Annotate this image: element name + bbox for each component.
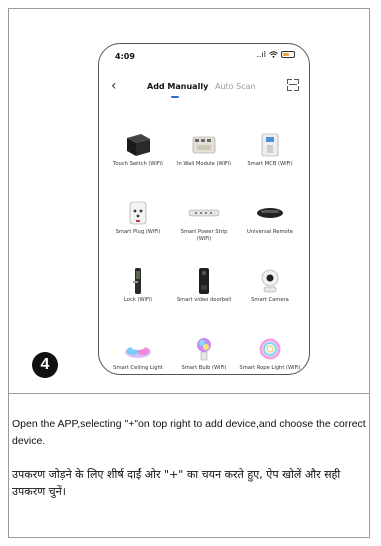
device-label: Universal Remote [247,229,293,235]
back-chevron-icon[interactable]: ‹ [111,78,117,94]
rope-light-icon [253,336,287,362]
in-wall-module-icon [187,132,221,158]
instruction-hindi: उपकरण जोड़ने के लिए शीर्ष दाईं ओर "+" का… [12,468,341,498]
device-smart-plug[interactable]: Smart Plug (WiFi) [105,200,171,254]
smart-plug-icon [121,200,155,226]
smart-mcb-icon [253,132,287,158]
step-number-badge: 4 [32,352,58,378]
ceiling-light-icon [121,336,155,362]
device-smart-mcb[interactable]: Smart MCB (WiFi) [237,132,303,186]
device-label: Smart MCB (WiFi) [247,161,293,167]
device-lock[interactable]: Lock (WiFi) [105,268,171,322]
touch-switch-icon [121,132,155,158]
device-label: Smart Bulb (WiFi) [181,365,227,371]
device-label: Smart Camera [251,297,289,303]
device-smart-camera[interactable]: Smart Camera [237,268,303,322]
device-label: Smart Ceiling Light [113,365,163,371]
wifi-icon [269,51,278,58]
device-smart-video-doorbell[interactable]: Smart video doorbell [171,268,237,322]
power-strip-icon [187,200,221,226]
device-label: Smart Power Strip (WiFi) [180,229,228,242]
tab-add-manually[interactable]: Add Manually [147,82,208,91]
device-universal-remote[interactable]: Universal Remote [237,200,303,254]
device-label: Lock (WiFi) [123,297,153,303]
device-touch-switch[interactable]: Touch Switch (WiFi) [105,132,171,186]
device-label: Smart video doorbell [176,297,232,303]
active-tab-indicator [171,96,179,98]
device-label: In Wall Module (WiFi) [176,161,232,167]
section-divider [8,393,370,394]
status-icons: ..ıl [256,50,295,59]
device-label: Smart Rope Light (WiFi) [239,365,301,371]
nav-bar: ‹ Add Manually Auto Scan [99,78,309,98]
phone-mockup: 4:09 ..ıl ‹ Add Manually Auto Scan Touch… [98,43,310,375]
status-bar: 4:09 ..ıl [99,44,309,66]
signal-icon: ..ıl [256,50,266,59]
device-smart-power-strip[interactable]: Smart Power Strip (WiFi) [171,200,237,254]
smart-camera-icon [253,268,287,294]
scan-icon[interactable] [287,79,299,91]
doorbell-icon [187,268,221,294]
device-label: Touch Switch (WiFi) [113,161,163,167]
tab-auto-scan[interactable]: Auto Scan [215,82,256,91]
device-in-wall-module[interactable]: In Wall Module (WiFi) [171,132,237,186]
device-smart-ceiling-light[interactable]: Smart Ceiling Light [105,336,171,374]
device-label: Smart Plug (WiFi) [115,229,161,235]
status-time: 4:09 [115,52,135,61]
smart-bulb-icon [187,336,221,362]
lock-icon [121,268,155,294]
device-grid: Touch Switch (WiFi) In Wall Module (WiFi… [105,132,303,374]
device-smart-bulb[interactable]: Smart Bulb (WiFi) [171,336,237,374]
instruction-english: Open the APP,selecting "+"on top right t… [12,418,366,447]
device-smart-rope-light[interactable]: Smart Rope Light (WiFi) [237,336,303,374]
universal-remote-icon [253,200,287,226]
battery-icon [281,51,295,58]
